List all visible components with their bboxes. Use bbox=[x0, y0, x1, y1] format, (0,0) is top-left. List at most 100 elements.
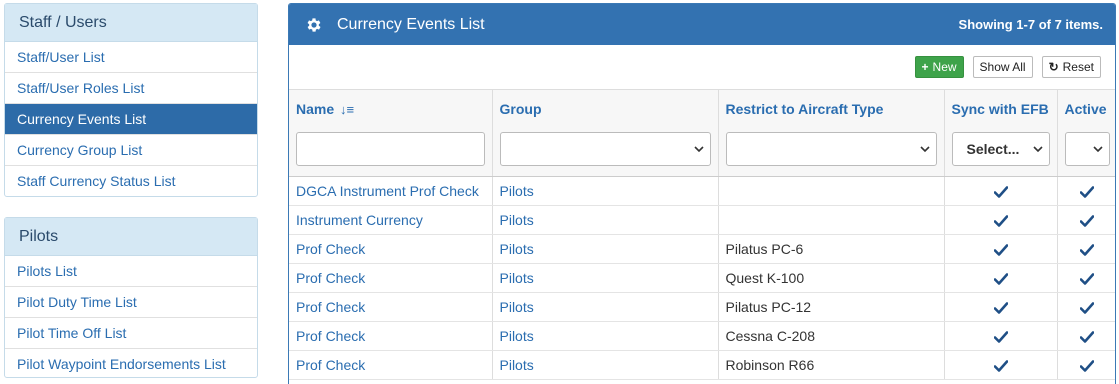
event-name-link[interactable]: Prof Check bbox=[296, 357, 365, 373]
toolbar: + New Show All ↻ Reset bbox=[289, 45, 1115, 89]
staff-users-panel: Staff / Users Staff/User List Staff/User… bbox=[4, 3, 258, 197]
aircraft-filter-select[interactable] bbox=[725, 131, 937, 166]
new-button[interactable]: + New bbox=[914, 56, 964, 78]
table-row: Prof Check Pilots Robinson R66 bbox=[289, 350, 1115, 380]
gear-icon bbox=[307, 17, 321, 32]
reset-button[interactable]: ↻ Reset bbox=[1041, 56, 1101, 78]
active-cell bbox=[1057, 176, 1115, 206]
active-cell bbox=[1057, 205, 1115, 235]
sidebar-item-staff-user-roles-list[interactable]: Staff/User Roles List bbox=[5, 73, 257, 104]
sidebar-item-pilots-list[interactable]: Pilots List bbox=[5, 256, 257, 287]
event-name-link[interactable]: Prof Check bbox=[296, 328, 365, 344]
sidebar-item-currency-group-list[interactable]: Currency Group List bbox=[5, 135, 257, 166]
sync-efb-cell bbox=[944, 205, 1058, 235]
column-header-sync-efb[interactable]: Sync with EFB bbox=[944, 89, 1058, 128]
sidebar-item-staff-user-list[interactable]: Staff/User List bbox=[5, 42, 257, 73]
refresh-icon: ↻ bbox=[1048, 60, 1059, 74]
sidebar-item-pilot-waypoint-endorsements-list[interactable]: Pilot Waypoint Endorsements List bbox=[5, 349, 257, 380]
sync-efb-cell bbox=[944, 321, 1058, 351]
aircraft-type-cell bbox=[718, 205, 945, 235]
sync-efb-cell bbox=[944, 350, 1058, 380]
column-header-aircraft-type[interactable]: Restrict to Aircraft Type bbox=[718, 89, 945, 128]
show-all-button[interactable]: Show All bbox=[972, 56, 1033, 78]
active-filter-select[interactable] bbox=[1064, 131, 1110, 166]
check-icon bbox=[1080, 330, 1095, 343]
column-name-label: Name bbox=[296, 100, 335, 117]
staff-users-heading: Staff / Users bbox=[5, 4, 257, 42]
pilots-heading: Pilots bbox=[5, 218, 257, 256]
event-name-link[interactable]: Prof Check bbox=[296, 270, 365, 286]
event-name-link[interactable]: Prof Check bbox=[296, 241, 365, 257]
table-row: Prof Check Pilots Cessna C-208 bbox=[289, 321, 1115, 351]
sort-numeric-down-icon: ↓≡ bbox=[340, 101, 355, 117]
group-link[interactable]: Pilots bbox=[500, 328, 534, 344]
group-link[interactable]: Pilots bbox=[500, 212, 534, 228]
group-link[interactable]: Pilots bbox=[500, 183, 534, 199]
check-icon bbox=[993, 359, 1008, 372]
group-link[interactable]: Pilots bbox=[500, 241, 534, 257]
aircraft-type-cell: Cessna C-208 bbox=[718, 321, 945, 351]
currency-events-table: Name ↓≡ Group Restrict to Aircraft Type … bbox=[289, 89, 1115, 380]
table-row: DGCA Instrument Prof Check Pilots bbox=[289, 176, 1115, 206]
sync-efb-cell bbox=[944, 176, 1058, 206]
page-title: Currency Events List bbox=[337, 15, 485, 33]
chevron-down-icon bbox=[1032, 145, 1043, 152]
check-icon bbox=[993, 243, 1008, 256]
group-link[interactable]: Pilots bbox=[500, 270, 534, 286]
new-button-label: New bbox=[932, 60, 957, 74]
event-name-link[interactable]: Instrument Currency bbox=[296, 212, 423, 228]
sync-filter-select[interactable]: Select... bbox=[951, 131, 1050, 166]
sidebar-item-currency-events-list[interactable]: Currency Events List bbox=[5, 104, 257, 135]
active-cell bbox=[1057, 292, 1115, 322]
column-header-name[interactable]: Name ↓≡ bbox=[289, 89, 493, 128]
check-icon bbox=[1080, 359, 1095, 372]
event-name-link[interactable]: Prof Check bbox=[296, 299, 365, 315]
check-icon bbox=[1080, 301, 1095, 314]
event-name-link[interactable]: DGCA Instrument Prof Check bbox=[296, 183, 479, 199]
table-row: Prof Check Pilots Pilatus PC-12 bbox=[289, 292, 1115, 322]
table-row: Prof Check Pilots Pilatus PC-6 bbox=[289, 234, 1115, 264]
aircraft-type-cell bbox=[718, 176, 945, 206]
active-cell bbox=[1057, 263, 1115, 293]
group-link[interactable]: Pilots bbox=[500, 299, 534, 315]
chevron-down-icon bbox=[1092, 145, 1103, 152]
panel-header: Currency Events List Showing 1-7 of 7 it… bbox=[289, 4, 1115, 45]
table-row: Prof Check Pilots Quest K-100 bbox=[289, 263, 1115, 293]
check-icon bbox=[1080, 272, 1095, 285]
sync-efb-cell bbox=[944, 263, 1058, 293]
aircraft-type-cell: Pilatus PC-6 bbox=[718, 234, 945, 264]
active-cell bbox=[1057, 234, 1115, 264]
check-icon bbox=[1080, 214, 1095, 227]
sidebar-item-staff-currency-status-list[interactable]: Staff Currency Status List bbox=[5, 166, 257, 197]
check-icon bbox=[993, 330, 1008, 343]
aircraft-type-cell: Quest K-100 bbox=[718, 263, 945, 293]
chevron-down-icon bbox=[919, 145, 930, 152]
active-cell bbox=[1057, 350, 1115, 380]
pilots-panel: Pilots Pilots List Pilot Duty Time List … bbox=[4, 217, 258, 378]
items-summary: Showing 1-7 of 7 items. bbox=[958, 17, 1103, 32]
currency-events-panel: Currency Events List Showing 1-7 of 7 it… bbox=[288, 3, 1116, 384]
chevron-down-icon bbox=[693, 145, 704, 152]
sidebar-item-pilot-duty-time-list[interactable]: Pilot Duty Time List bbox=[5, 287, 257, 318]
group-link[interactable]: Pilots bbox=[500, 357, 534, 373]
check-icon bbox=[993, 185, 1008, 198]
aircraft-type-cell: Robinson R66 bbox=[718, 350, 945, 380]
sync-efb-cell bbox=[944, 292, 1058, 322]
check-icon bbox=[993, 301, 1008, 314]
reset-button-label: Reset bbox=[1062, 60, 1094, 74]
table-row: Instrument Currency Pilots bbox=[289, 205, 1115, 235]
check-icon bbox=[993, 272, 1008, 285]
sidebar-item-pilot-time-off-list[interactable]: Pilot Time Off List bbox=[5, 318, 257, 349]
name-filter-input[interactable] bbox=[296, 131, 485, 166]
active-cell bbox=[1057, 321, 1115, 351]
column-header-active[interactable]: Active bbox=[1057, 89, 1115, 128]
check-icon bbox=[993, 214, 1008, 227]
check-icon bbox=[1080, 243, 1095, 256]
check-icon bbox=[1080, 185, 1095, 198]
plus-icon: + bbox=[921, 60, 929, 74]
column-header-group[interactable]: Group bbox=[492, 89, 719, 128]
group-filter-select[interactable] bbox=[499, 131, 711, 166]
sync-filter-value: Select... bbox=[966, 140, 1020, 157]
sync-efb-cell bbox=[944, 234, 1058, 264]
aircraft-type-cell: Pilatus PC-12 bbox=[718, 292, 945, 322]
